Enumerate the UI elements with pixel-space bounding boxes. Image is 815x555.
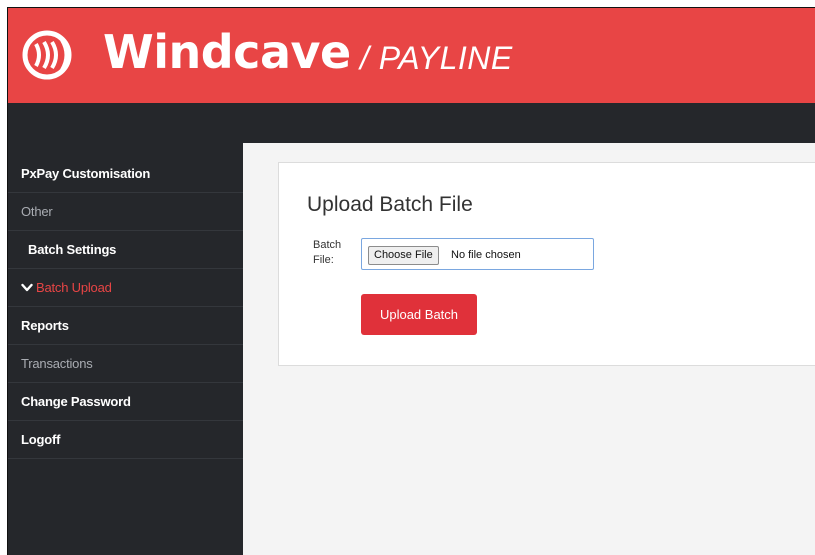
batch-file-label: Batch File: bbox=[313, 239, 342, 266]
sidebar-item-batch-upload[interactable]: Batch Upload bbox=[8, 269, 243, 307]
upload-panel: Upload Batch File Batch File: Choose Fil… bbox=[278, 162, 815, 366]
sidebar-item-transactions[interactable]: Transactions bbox=[8, 345, 243, 383]
brand-subtitle: / PAYLINE bbox=[360, 40, 513, 76]
sidebar-item-other[interactable]: Other bbox=[8, 193, 243, 231]
file-status-text: No file chosen bbox=[451, 249, 521, 261]
sidebar-item-change-password[interactable]: Change Password bbox=[8, 383, 243, 421]
sidebar-item-pxpay-customisation[interactable]: PxPay Customisation bbox=[8, 155, 243, 193]
app-window: Windcave / PAYLINE PxPay Customisation O… bbox=[7, 7, 815, 555]
page-title: Upload Batch File bbox=[307, 193, 473, 216]
brand-header: Windcave / PAYLINE bbox=[8, 8, 815, 103]
main-content: Upload Batch File Batch File: Choose Fil… bbox=[243, 143, 815, 555]
sidebar-item-batch-settings[interactable]: Batch Settings bbox=[8, 231, 243, 269]
windcave-logo-icon bbox=[22, 30, 72, 80]
choose-file-button[interactable]: Choose File bbox=[368, 246, 439, 265]
upload-batch-button[interactable]: Upload Batch bbox=[361, 294, 477, 335]
sidebar-item-logoff[interactable]: Logoff bbox=[8, 421, 243, 459]
sidebar-item-label: Batch Upload bbox=[36, 280, 112, 295]
top-nav-bar bbox=[8, 103, 815, 143]
sidebar-item-reports[interactable]: Reports bbox=[8, 307, 243, 345]
sidebar-nav: PxPay Customisation Other Batch Settings… bbox=[8, 143, 243, 555]
chevron-down-icon bbox=[21, 283, 33, 292]
batch-file-input[interactable]: Choose File No file chosen bbox=[361, 238, 594, 270]
brand-name: Windcave bbox=[103, 25, 351, 79]
